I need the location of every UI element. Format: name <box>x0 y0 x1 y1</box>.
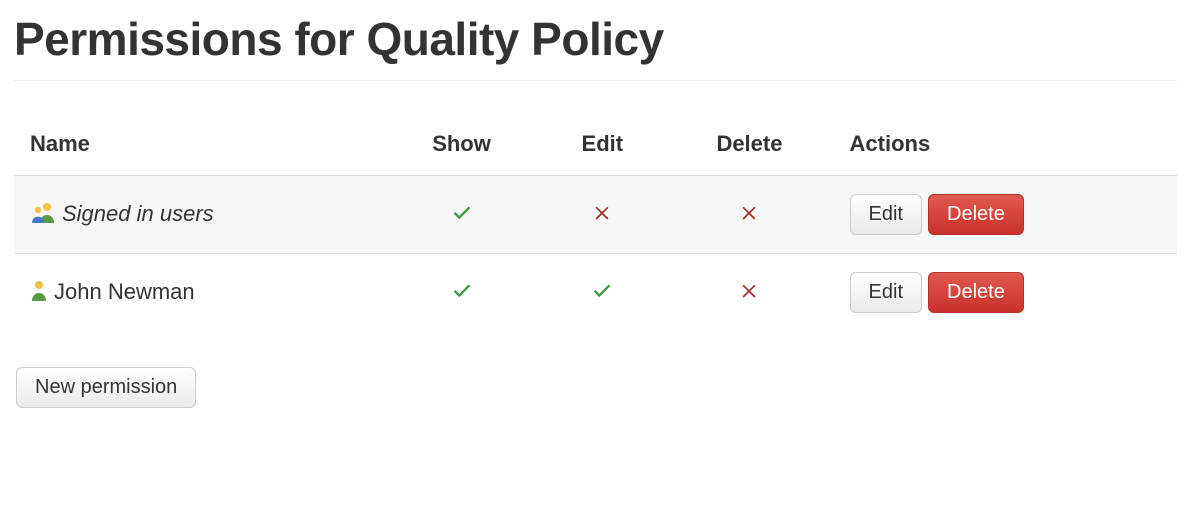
edit-button[interactable]: Edit <box>850 194 922 235</box>
check-icon <box>451 201 473 223</box>
page-title: Permissions for Quality Policy <box>14 12 1177 66</box>
cell-name: John Newman <box>14 254 384 332</box>
col-header-edit: Edit <box>539 117 665 176</box>
col-header-delete: Delete <box>665 117 833 176</box>
new-permission-button[interactable]: New permission <box>16 367 196 408</box>
table-row: John Newman EditDelete <box>14 254 1177 332</box>
col-header-actions: Actions <box>834 117 1177 176</box>
group-icon <box>30 201 56 229</box>
delete-button[interactable]: Delete <box>928 194 1024 235</box>
row-name: John Newman <box>54 280 195 305</box>
row-name: Signed in users <box>62 202 214 227</box>
check-icon <box>591 279 613 301</box>
cell-del <box>665 176 833 254</box>
col-header-name: Name <box>14 117 384 176</box>
cross-icon <box>739 202 759 222</box>
check-icon <box>451 279 473 301</box>
table-header-row: Name Show Edit Delete Actions <box>14 117 1177 176</box>
table-row: Signed in users EditDelete <box>14 176 1177 254</box>
cell-edit <box>539 176 665 254</box>
cross-icon <box>739 280 759 300</box>
cell-name: Signed in users <box>14 176 384 254</box>
cell-actions: EditDelete <box>834 254 1177 332</box>
person-icon <box>30 279 48 307</box>
cell-show <box>384 176 539 254</box>
divider <box>14 80 1177 81</box>
permissions-table: Name Show Edit Delete Actions Signed in … <box>14 117 1177 331</box>
delete-button[interactable]: Delete <box>928 272 1024 313</box>
col-header-show: Show <box>384 117 539 176</box>
cell-edit <box>539 254 665 332</box>
cell-show <box>384 254 539 332</box>
edit-button[interactable]: Edit <box>850 272 922 313</box>
cell-del <box>665 254 833 332</box>
cross-icon <box>592 202 612 222</box>
cell-actions: EditDelete <box>834 176 1177 254</box>
